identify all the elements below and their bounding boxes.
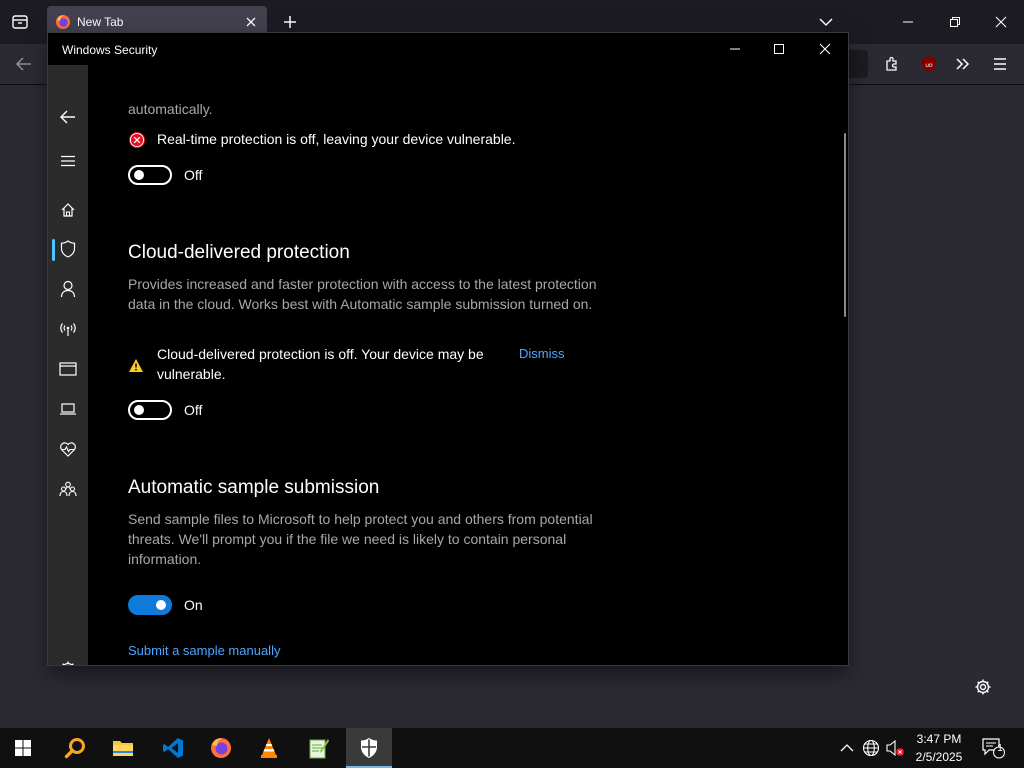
volume-muted-icon[interactable] bbox=[884, 738, 906, 758]
selection-indicator bbox=[52, 239, 55, 261]
gear-icon[interactable] bbox=[48, 651, 88, 665]
home-icon[interactable] bbox=[48, 192, 88, 228]
submit-sample-link[interactable]: Submit a sample manually bbox=[128, 643, 280, 658]
file-explorer-icon[interactable] bbox=[100, 728, 146, 768]
cloud-protection-description: Provides increased and faster protection… bbox=[128, 276, 597, 312]
back-arrow-icon[interactable] bbox=[48, 99, 88, 135]
notification-center-icon[interactable]: 1 bbox=[980, 736, 1006, 760]
scrollbar[interactable] bbox=[844, 133, 846, 317]
heart-pulse-icon[interactable] bbox=[48, 431, 88, 467]
start-icon[interactable] bbox=[0, 728, 46, 768]
new-tab-icon[interactable] bbox=[278, 10, 302, 34]
sample-toggle-label: On bbox=[184, 597, 203, 613]
list-all-tabs-icon[interactable] bbox=[8, 10, 32, 34]
cloud-warning-line1: Cloud-delivered protection is off. Your … bbox=[157, 346, 484, 362]
back-arrow-icon[interactable] bbox=[12, 52, 36, 76]
notification-count: 1 bbox=[997, 743, 1003, 754]
shield-icon[interactable] bbox=[48, 231, 88, 267]
firefox-icon[interactable] bbox=[198, 728, 244, 768]
svg-text:uo: uo bbox=[925, 62, 933, 69]
antenna-icon[interactable] bbox=[48, 311, 88, 347]
extensions-icon[interactable] bbox=[880, 52, 904, 76]
sample-submission-toggle[interactable] bbox=[128, 595, 172, 615]
sample-submission-description: Send sample files to Microsoft to help p… bbox=[128, 511, 593, 567]
error-icon bbox=[128, 131, 146, 149]
chevron-up-icon[interactable] bbox=[838, 738, 856, 758]
truncated-description: automatically. bbox=[128, 101, 213, 117]
minimize-icon[interactable] bbox=[712, 37, 758, 61]
overflow-chevrons-icon[interactable] bbox=[951, 52, 975, 76]
close-icon[interactable] bbox=[989, 10, 1013, 34]
close-tab-icon[interactable] bbox=[243, 14, 259, 30]
cloud-toggle-label: Off bbox=[184, 402, 203, 418]
family-icon[interactable] bbox=[48, 471, 88, 507]
maximize-icon[interactable] bbox=[756, 37, 802, 61]
notepadpp-icon[interactable] bbox=[295, 728, 341, 768]
cloud-warning-line2: vulnerable. bbox=[157, 366, 226, 382]
network-globe-icon[interactable] bbox=[861, 738, 881, 758]
close-icon[interactable] bbox=[802, 37, 848, 61]
dismiss-link[interactable]: Dismiss bbox=[519, 346, 565, 361]
realtime-toggle-label: Off bbox=[184, 167, 203, 183]
windows-security-icon[interactable] bbox=[346, 728, 392, 768]
hamburger-menu-icon[interactable] bbox=[988, 52, 1012, 76]
laptop-icon[interactable] bbox=[48, 391, 88, 427]
window-title-bar[interactable]: Windows Security bbox=[48, 33, 848, 65]
settings-content: automatically. Real-time protection is o… bbox=[88, 65, 848, 665]
windows-security-window: Windows Security automatically. Real-tim… bbox=[48, 33, 848, 665]
navigation-sidebar bbox=[48, 65, 88, 665]
minimize-icon[interactable] bbox=[896, 10, 920, 34]
vscode-icon[interactable] bbox=[150, 728, 196, 768]
restore-icon[interactable] bbox=[943, 10, 967, 34]
firefox-favicon bbox=[55, 14, 71, 30]
sample-submission-heading: Automatic sample submission bbox=[128, 477, 380, 498]
clock-time[interactable]: 3:47 PM bbox=[910, 732, 968, 746]
cloud-protection-toggle[interactable] bbox=[128, 400, 172, 420]
cloud-protection-heading: Cloud-delivered protection bbox=[128, 242, 350, 263]
hamburger-icon[interactable] bbox=[48, 143, 88, 179]
tab-title: New Tab bbox=[77, 15, 124, 29]
browser-window-icon[interactable] bbox=[48, 351, 88, 387]
vlc-icon[interactable] bbox=[246, 728, 292, 768]
realtime-protection-toggle[interactable] bbox=[128, 165, 172, 185]
chevron-down-icon[interactable] bbox=[814, 10, 838, 34]
realtime-warning: Real-time protection is off, leaving you… bbox=[157, 131, 516, 147]
taskbar: 3:47 PM 2/5/2025 1 bbox=[0, 728, 1024, 768]
ublock-icon[interactable]: uo bbox=[917, 52, 941, 76]
clock-date[interactable]: 2/5/2025 bbox=[910, 750, 968, 764]
window-title: Windows Security bbox=[62, 43, 158, 57]
warning-icon bbox=[128, 357, 144, 373]
person-icon[interactable] bbox=[48, 271, 88, 307]
search-icon[interactable] bbox=[52, 728, 98, 768]
gear-icon[interactable] bbox=[971, 675, 995, 699]
